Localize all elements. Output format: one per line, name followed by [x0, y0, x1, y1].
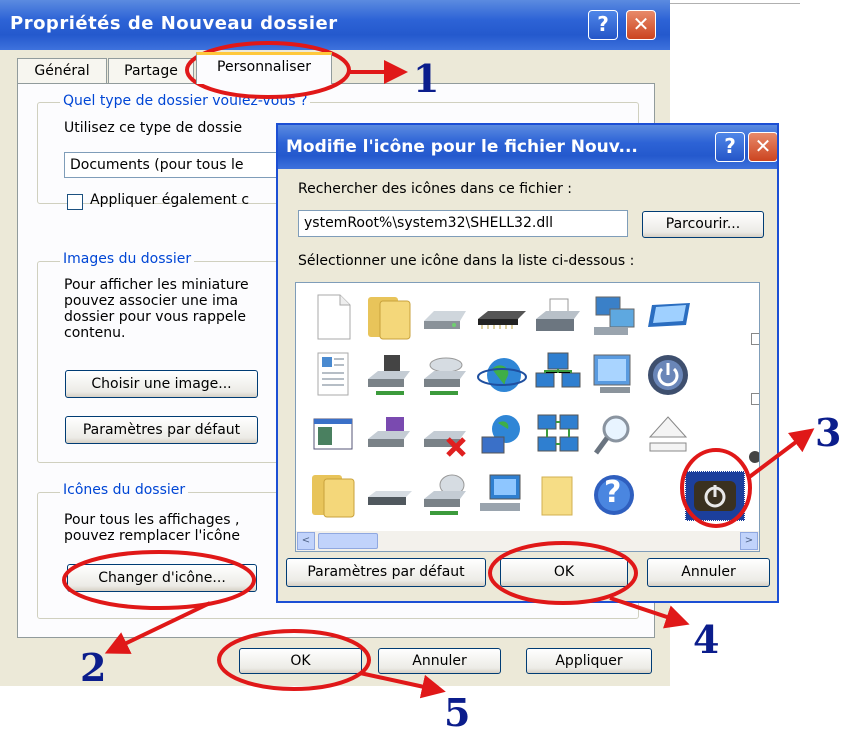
- network-disk-icon[interactable]: [418, 469, 474, 521]
- change-icon-dialog: Modifie l'icône pour le fichier Nouv... …: [276, 123, 779, 603]
- search-icon[interactable]: [586, 409, 642, 461]
- description-line: pouvez associer une ima: [64, 293, 239, 309]
- horizontal-scrollbar[interactable]: < >: [296, 531, 759, 551]
- help-button[interactable]: ?: [715, 132, 745, 162]
- blank-document-icon[interactable]: [306, 291, 362, 343]
- printer-icon[interactable]: [530, 291, 586, 343]
- folder-images-description: Pour afficher les miniature pouvez assoc…: [64, 277, 249, 341]
- globe-icon[interactable]: [474, 349, 530, 401]
- folder-images-title: Images du dossier: [60, 251, 195, 267]
- close-button[interactable]: ✕: [748, 132, 777, 162]
- annotation-number-4: 4: [693, 617, 720, 662]
- tab-sharing[interactable]: Partage: [108, 58, 194, 84]
- folder-type-prompt: Utilisez ce type de dossie: [64, 120, 243, 136]
- choose-image-button[interactable]: Choisir une image...: [65, 370, 258, 398]
- folder-icons-title: Icônes du dossier: [60, 482, 189, 498]
- memory-chip-icon[interactable]: [474, 291, 530, 343]
- removable-drive-icon[interactable]: [362, 469, 418, 521]
- floppy-drive-icon[interactable]: [362, 409, 418, 461]
- scroll-right-button[interactable]: >: [740, 532, 758, 550]
- description-line: contenu.: [64, 325, 126, 341]
- ok-button[interactable]: OK: [239, 648, 362, 674]
- cancel-button[interactable]: Annuler: [647, 558, 770, 587]
- partial-icon: [751, 393, 759, 405]
- folder-icon[interactable]: [362, 291, 418, 343]
- partial-icon: [751, 333, 759, 345]
- title-bar[interactable]: Modifie l'icône pour le fichier Nouv... …: [278, 125, 777, 169]
- search-label: Rechercher des icônes dans ce fichier :: [298, 181, 573, 197]
- select-icon-label: Sélectionner une icône dans la liste ci-…: [298, 253, 635, 269]
- selected-icon[interactable]: [685, 471, 745, 521]
- network-computer-icon[interactable]: [586, 291, 642, 343]
- annotation-number-5: 5: [444, 690, 471, 735]
- shutdown-icon[interactable]: [690, 477, 740, 515]
- annotation-number-1: 1: [413, 56, 440, 101]
- restore-default-button[interactable]: Paramètres par défaut: [286, 558, 486, 587]
- eject-icon[interactable]: [642, 409, 698, 461]
- computer-icon[interactable]: [474, 469, 530, 521]
- annotation-number-3: 3: [815, 410, 841, 455]
- apply-subfolders-label: Appliquer également c: [90, 192, 250, 208]
- browse-button[interactable]: Parcourir...: [642, 211, 764, 238]
- description-line: dossier pour vous rappele: [64, 309, 246, 325]
- partial-icon: [749, 451, 759, 463]
- annotation-number-2: 2: [80, 645, 107, 690]
- network-icon[interactable]: [530, 349, 586, 401]
- help-button[interactable]: ?: [588, 10, 618, 40]
- tab-customize[interactable]: Personnaliser: [196, 52, 332, 84]
- folder-type-select[interactable]: Documents (pour tous le: [64, 152, 304, 178]
- description-line: pouvez remplacer l'icône: [64, 528, 240, 544]
- divider-line: [670, 3, 800, 4]
- drive-icon[interactable]: [418, 291, 474, 343]
- monitor-icon[interactable]: [642, 291, 698, 343]
- description-line: Pour afficher les miniature: [64, 277, 249, 293]
- control-panel-icon[interactable]: [586, 349, 642, 401]
- title-bar[interactable]: Propriétés de Nouveau dossier ? ✕: [0, 0, 670, 50]
- folder-icon[interactable]: [306, 469, 362, 521]
- network-drive-icon[interactable]: [362, 349, 418, 401]
- tab-general[interactable]: Général: [17, 58, 107, 84]
- file-path-input[interactable]: ystemRoot%\system32\SHELL32.dll: [298, 210, 628, 237]
- apply-button[interactable]: Appliquer: [526, 648, 652, 674]
- folder-type-title: Quel type de dossier voulez-vous ?: [60, 93, 311, 109]
- ok-button[interactable]: OK: [500, 558, 628, 587]
- scroll-left-button[interactable]: <: [297, 532, 315, 550]
- power-icon[interactable]: [642, 349, 698, 401]
- disconnected-drive-icon[interactable]: [418, 409, 474, 461]
- change-icon-button[interactable]: Changer d'icône...: [67, 564, 257, 592]
- description-line: Pour tous les affichages ,: [64, 512, 240, 528]
- blank-folder-icon[interactable]: [530, 469, 586, 521]
- help-glyph: ?: [604, 475, 622, 510]
- network-places-icon[interactable]: [530, 409, 586, 461]
- icon-list[interactable]: ? < >: [295, 282, 760, 552]
- restore-default-button[interactable]: Paramètres par défaut: [65, 416, 258, 444]
- window-icon[interactable]: [306, 409, 362, 461]
- scroll-thumb[interactable]: [318, 533, 378, 549]
- web-network-icon[interactable]: [474, 409, 530, 461]
- dialog-title: Modifie l'icône pour le fichier Nouv...: [286, 137, 638, 157]
- dialog-title: Propriétés de Nouveau dossier: [10, 13, 338, 34]
- apply-subfolders-checkbox[interactable]: [67, 194, 83, 210]
- close-button[interactable]: ✕: [626, 10, 656, 40]
- cancel-button[interactable]: Annuler: [378, 648, 501, 674]
- cd-drive-icon[interactable]: [418, 349, 474, 401]
- text-document-icon[interactable]: [306, 349, 362, 401]
- folder-icons-description: Pour tous les affichages , pouvez rempla…: [64, 512, 240, 544]
